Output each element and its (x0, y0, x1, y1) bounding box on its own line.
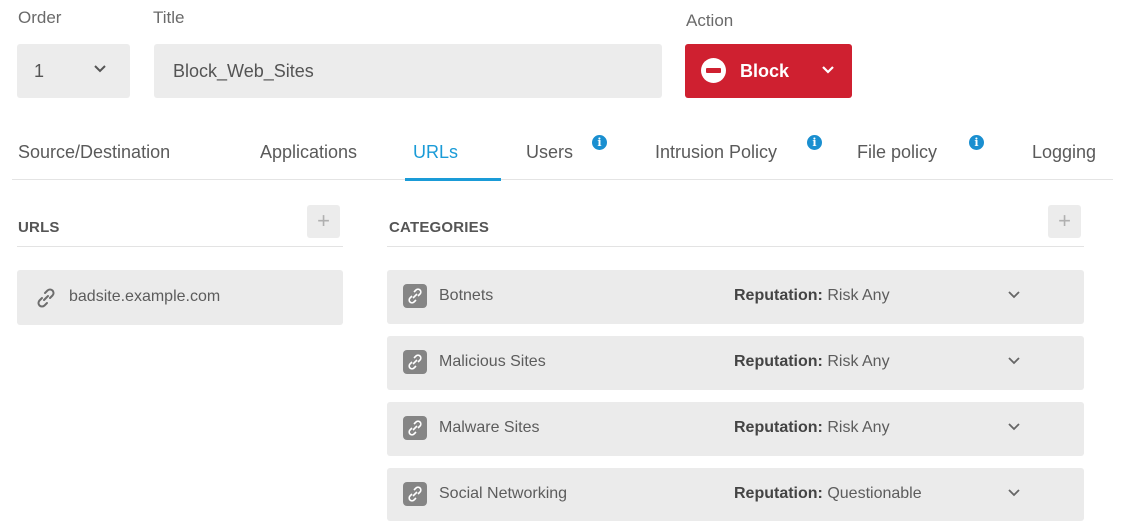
order-label: Order (18, 8, 62, 27)
tab-logging[interactable]: Logging (1032, 142, 1096, 163)
category-reputation: Reputation: Questionable (734, 485, 922, 503)
info-icon[interactable]: i (969, 135, 984, 150)
action-label: Action (686, 11, 734, 30)
title-value: Block_Web_Sites (173, 60, 314, 81)
reputation-label: Reputation: (734, 485, 823, 502)
title-label: Title (153, 8, 185, 27)
category-row[interactable]: Malicious Sites Reputation: Risk Any (387, 336, 1084, 390)
minus-circle-icon (701, 58, 726, 83)
categories-section-title: CATEGORIES (389, 219, 490, 236)
reputation-label: Reputation: (734, 353, 823, 370)
action-select[interactable]: Block (685, 44, 852, 98)
info-icon[interactable]: i (807, 135, 822, 150)
link-icon (37, 288, 55, 308)
tab-intrusion-policy[interactable]: Intrusion Policy (655, 142, 777, 163)
tab-source-destination[interactable]: Source/Destination (18, 142, 170, 163)
category-name: Malware Sites (439, 419, 540, 436)
add-category-button[interactable]: + (1048, 205, 1081, 238)
reputation-value: Risk Any (827, 419, 890, 436)
category-reputation: Reputation: Risk Any (734, 287, 890, 305)
title-input[interactable]: Block_Web_Sites (154, 44, 662, 98)
category-name: Botnets (439, 287, 494, 304)
link-box-icon (403, 416, 427, 440)
link-box-icon (403, 350, 427, 374)
reputation-value: Risk Any (827, 353, 890, 370)
urls-section-title: URLS (18, 219, 60, 236)
urls-divider (17, 246, 343, 247)
action-value: Block (740, 61, 790, 81)
tab-bar: Source/Destination Applications URLs Use… (0, 130, 1125, 181)
tab-applications[interactable]: Applications (260, 142, 357, 163)
url-text: badsite.example.com (69, 288, 221, 305)
chevron-down-icon (94, 65, 106, 73)
link-box-icon (403, 284, 427, 308)
category-name: Social Networking (439, 485, 568, 502)
category-name: Malicious Sites (439, 353, 546, 370)
reputation-value: Risk Any (827, 287, 890, 304)
tab-urls[interactable]: URLs (413, 142, 458, 163)
tab-file-policy[interactable]: File policy (857, 142, 937, 163)
category-row[interactable]: Social Networking Reputation: Questionab… (387, 468, 1084, 521)
active-tab-indicator (405, 178, 501, 181)
tab-divider (12, 179, 1113, 180)
add-url-button[interactable]: + (307, 205, 340, 238)
order-value: 1 (34, 60, 45, 81)
reputation-label: Reputation: (734, 419, 823, 436)
link-box-icon (403, 482, 427, 506)
chevron-down-icon[interactable] (1007, 488, 1021, 498)
chevron-down-icon[interactable] (1007, 356, 1021, 366)
category-row[interactable]: Botnets Reputation: Risk Any (387, 270, 1084, 324)
tab-users[interactable]: Users (526, 142, 573, 163)
category-reputation: Reputation: Risk Any (734, 419, 890, 437)
chevron-down-icon[interactable] (1007, 290, 1021, 300)
info-icon[interactable]: i (592, 135, 607, 150)
url-item[interactable]: badsite.example.com (17, 270, 343, 325)
category-row[interactable]: Malware Sites Reputation: Risk Any (387, 402, 1084, 456)
order-select[interactable]: 1 (17, 44, 130, 98)
reputation-value: Questionable (827, 485, 922, 502)
reputation-label: Reputation: (734, 287, 823, 304)
chevron-down-icon (822, 66, 834, 74)
category-reputation: Reputation: Risk Any (734, 353, 890, 371)
chevron-down-icon[interactable] (1007, 422, 1021, 432)
categories-divider (387, 246, 1084, 247)
